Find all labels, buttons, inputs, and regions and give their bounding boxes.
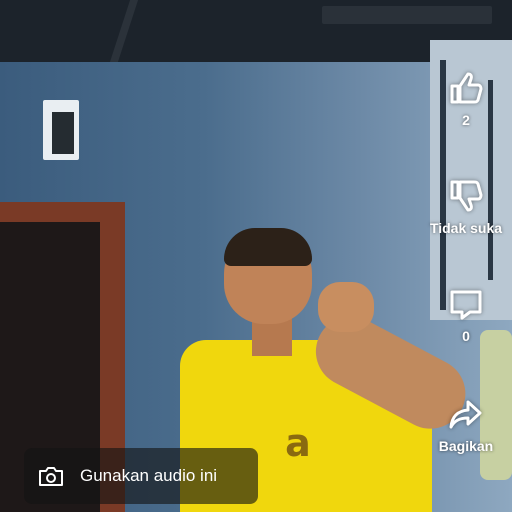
camera-icon xyxy=(38,463,64,489)
like-button[interactable]: 2 xyxy=(446,68,486,128)
person-fist xyxy=(318,282,374,332)
person-hair xyxy=(224,228,312,266)
thumbs-down-icon xyxy=(446,176,486,216)
use-audio-label: Gunakan audio ini xyxy=(80,466,218,485)
use-audio-button[interactable]: Gunakan audio ini xyxy=(24,448,258,504)
ceiling-light-strip xyxy=(322,6,492,24)
share-icon xyxy=(446,394,486,434)
comment-icon xyxy=(446,284,486,324)
wall-switch-opening xyxy=(52,112,74,154)
comment-count: 0 xyxy=(462,328,470,344)
dislike-label: Tidak suka xyxy=(429,220,503,236)
dislike-button[interactable]: Tidak suka xyxy=(420,176,512,236)
thumbs-up-icon xyxy=(446,68,486,108)
share-label: Bagikan xyxy=(438,438,494,454)
comment-button[interactable]: 0 xyxy=(446,284,486,344)
like-count: 2 xyxy=(462,112,470,128)
shirt-logo: a xyxy=(285,421,311,465)
share-button[interactable]: Bagikan xyxy=(432,394,500,454)
